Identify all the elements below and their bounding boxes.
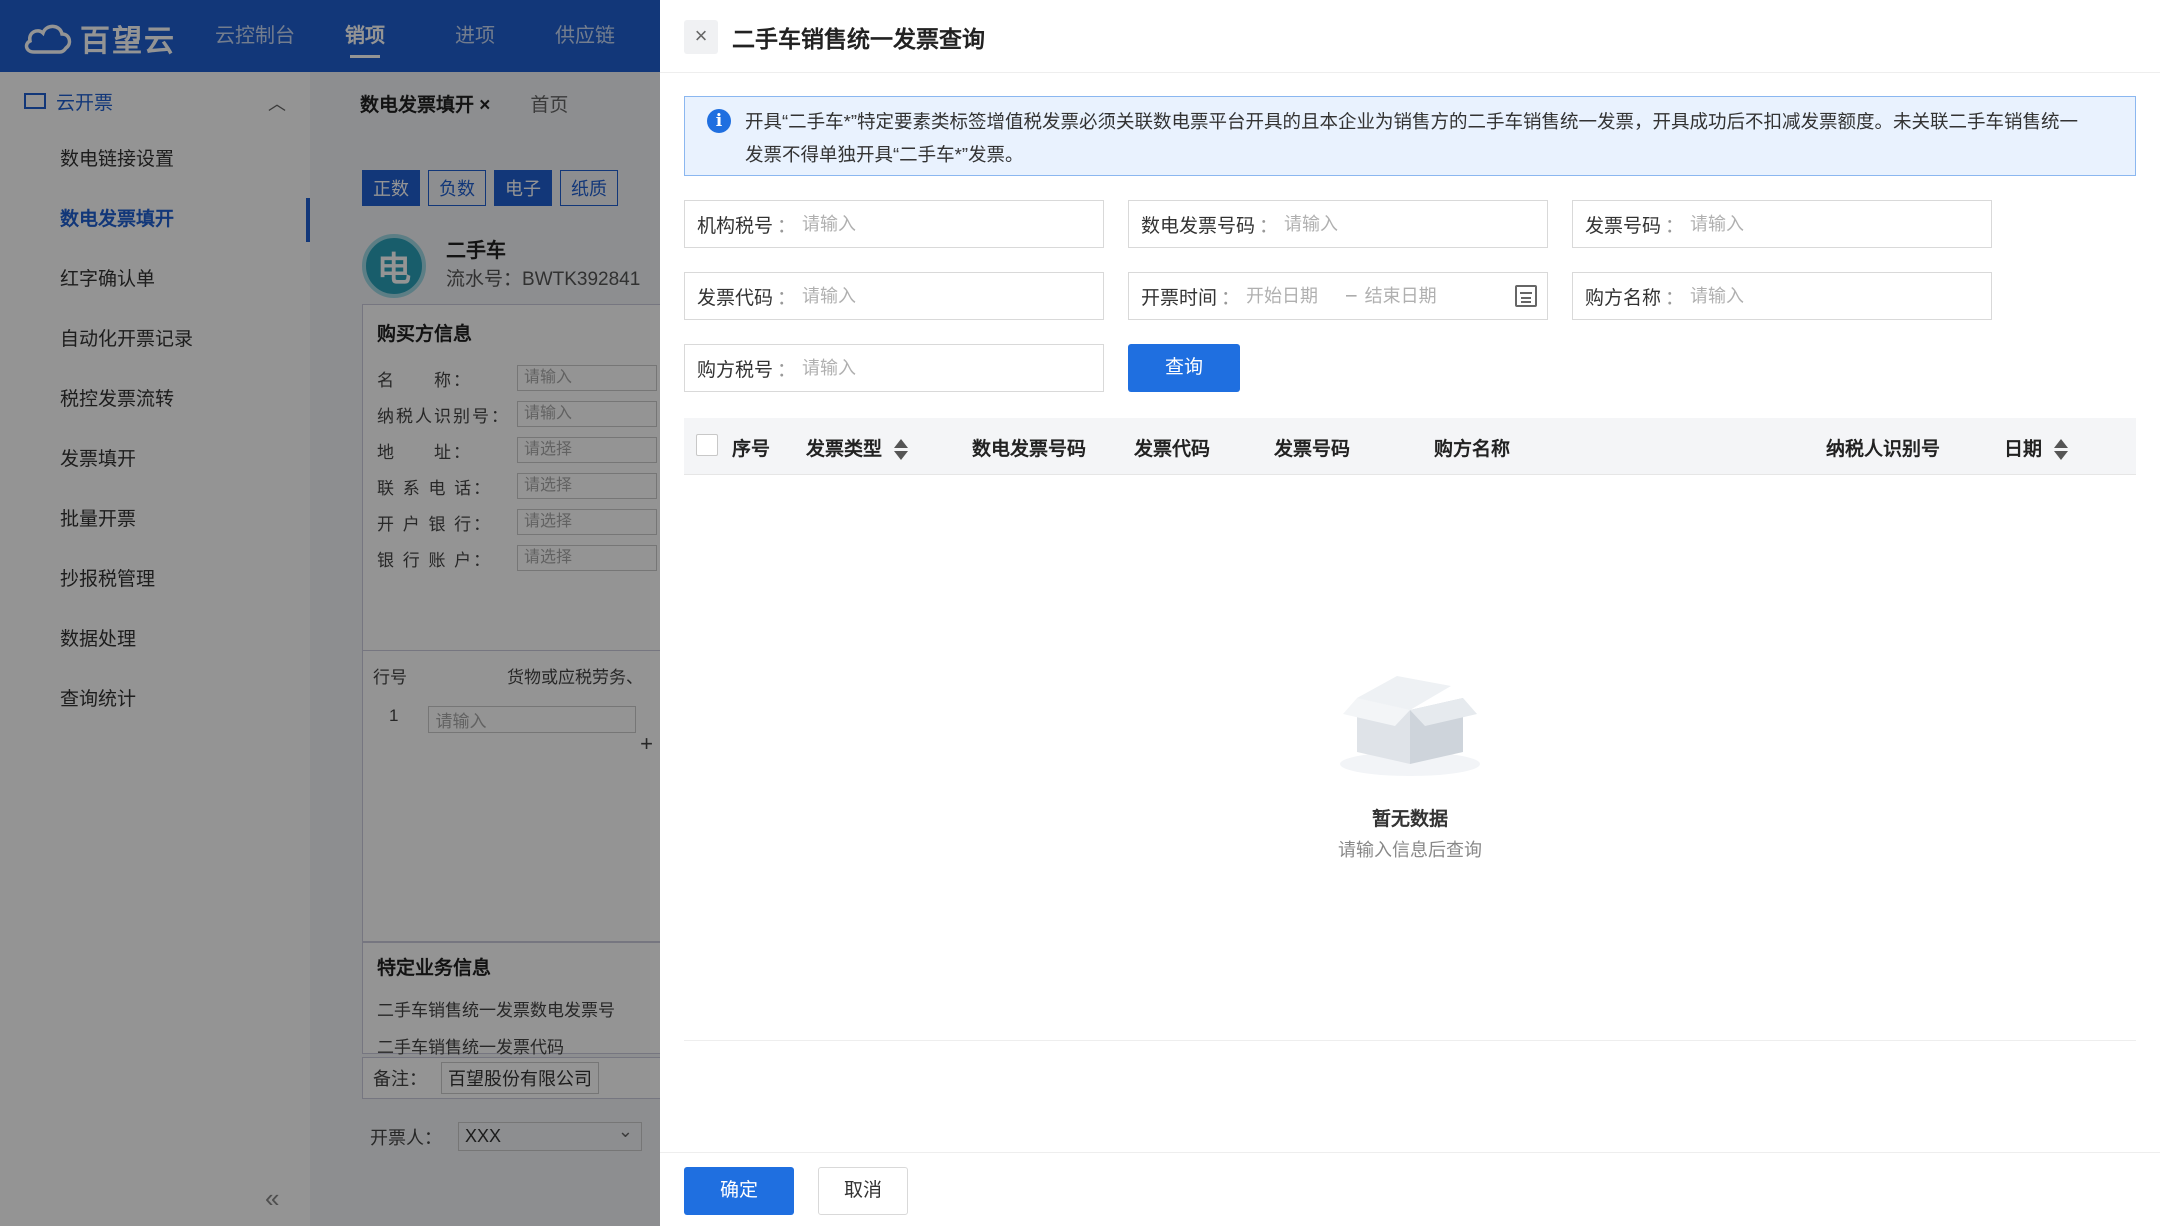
calendar-icon[interactable] [1515, 285, 1537, 307]
issue-time-range-field: 开票时间： – [1128, 272, 1548, 320]
empty-title: 暂无数据 [1371, 809, 1448, 830]
field-label: 数电发票号码 [1141, 215, 1256, 237]
digital-invoice-no-field: 数电发票号码： [1128, 200, 1548, 248]
field-colon: ： [1665, 287, 1685, 309]
field-label: 机构税号 [697, 215, 774, 237]
col-index: 序号 [732, 439, 771, 460]
start-date-input[interactable] [1244, 284, 1341, 308]
end-date-input[interactable] [1362, 284, 1477, 308]
table-divider [684, 1040, 2136, 1041]
col-invoice-no: 发票号码 [1274, 439, 1351, 460]
drawer-header: × 二手车销售统一发票查询 [660, 0, 2160, 73]
col-invoice-type[interactable]: 发票类型 [806, 434, 909, 461]
buyer-name-field: 购方名称： [1572, 272, 1992, 320]
buyer-name-input[interactable] [1688, 284, 1991, 308]
field-label: 开票时间 [1141, 287, 1218, 309]
result-table-header: 序号 发票类型 数电发票号码 发票代码 发票号码 购方名称 纳税人识别号 日期 [684, 418, 2136, 475]
info-icon: i [707, 109, 731, 133]
field-label: 购方名称 [1585, 287, 1662, 309]
field-label: 发票代码 [697, 287, 774, 309]
invoice-no-input[interactable] [1688, 212, 1991, 236]
field-colon: ： [777, 359, 797, 381]
field-colon: ： [777, 287, 797, 309]
buyer-tax-no-input[interactable] [800, 356, 1103, 380]
col-digital-no: 数电发票号码 [972, 439, 1087, 460]
cancel-button[interactable]: 取消 [818, 1167, 908, 1215]
sort-icon[interactable] [2054, 438, 2069, 461]
info-notice: i 开具“二手车*”特定要素类标签增值税发票必须关联数电票平台开具的且本企业为销… [684, 96, 2136, 176]
background-app: 百望云 云控制台 销项 进项 供应链 云开票 ︿ 数电链接设置 数电发票填开 红… [0, 0, 674, 1226]
field-label: 发票号码 [1585, 215, 1662, 237]
range-separator: – [1346, 285, 1357, 306]
empty-box-icon [1340, 676, 1480, 776]
field-colon: ： [1221, 287, 1241, 309]
digital-invoice-no-input[interactable] [1282, 212, 1547, 236]
confirm-button[interactable]: 确定 [684, 1167, 794, 1215]
invoice-code-input[interactable] [800, 284, 1103, 308]
col-buyer-name: 购方名称 [1434, 439, 1511, 460]
col-label: 日期 [2004, 439, 2043, 460]
modal-mask[interactable] [0, 0, 660, 1226]
drawer-footer: 确定 取消 [660, 1152, 2160, 1227]
invoice-no-field: 发票号码： [1572, 200, 1992, 248]
col-label: 发票类型 [806, 439, 883, 460]
close-button[interactable]: × [684, 20, 718, 54]
notice-text: 开具“二手车*”特定要素类标签增值税发票必须关联数电票平台开具的且本企业为销售方… [745, 111, 2079, 165]
select-all-checkbox[interactable] [696, 434, 718, 456]
field-colon: ： [1259, 215, 1279, 237]
field-colon: ： [777, 215, 797, 237]
invoice-code-field: 发票代码： [684, 272, 1104, 320]
org-tax-no-input[interactable] [800, 212, 1103, 236]
buyer-tax-no-field: 购方税号： [684, 344, 1104, 392]
field-colon: ： [1665, 215, 1685, 237]
query-button[interactable]: 查询 [1128, 344, 1240, 392]
col-taxpayer-id: 纳税人识别号 [1826, 439, 1941, 460]
field-label: 购方税号 [697, 359, 774, 381]
close-icon: × [694, 23, 708, 48]
col-date[interactable]: 日期 [2004, 434, 2069, 461]
drawer-title: 二手车销售统一发票查询 [732, 26, 985, 52]
invoice-query-drawer: × 二手车销售统一发票查询 i 开具“二手车*”特定要素类标签增值税发票必须关联… [660, 0, 2160, 1226]
sort-icon[interactable] [894, 438, 909, 461]
col-invoice-code: 发票代码 [1134, 439, 1211, 460]
empty-subtitle: 请输入信息后查询 [1338, 840, 1482, 860]
org-tax-no-field: 机构税号： [684, 200, 1104, 248]
